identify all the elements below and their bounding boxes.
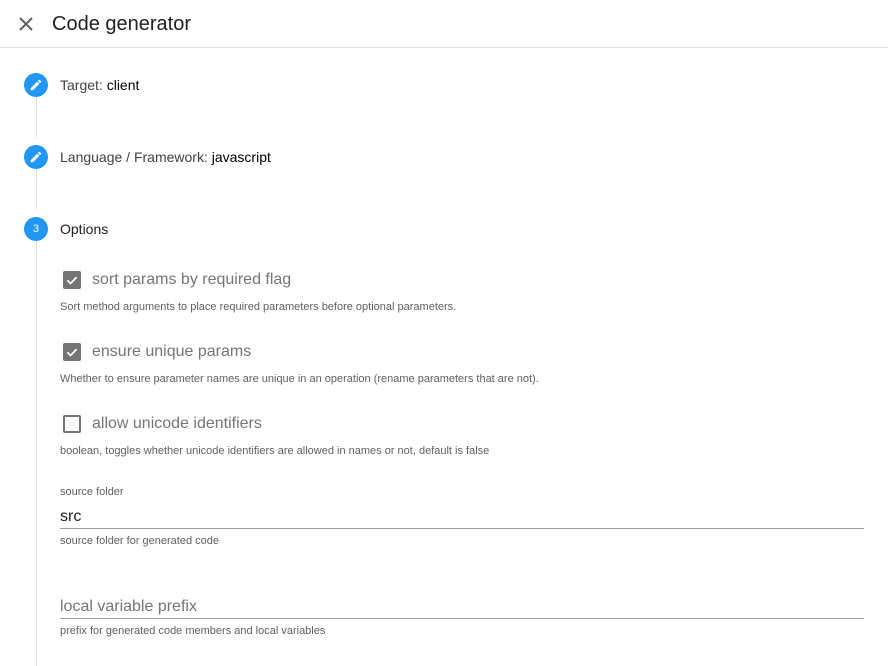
local-variable-prefix-input[interactable] xyxy=(60,595,864,619)
source-folder-input[interactable] xyxy=(60,505,864,529)
step-content-rail xyxy=(36,241,37,666)
close-icon xyxy=(19,17,33,31)
step-2-label[interactable]: Language / Framework: javascript xyxy=(60,148,271,166)
step-2-value: javascript xyxy=(211,149,271,165)
sort-params-checkbox-row[interactable]: sort params by required flag xyxy=(60,268,291,292)
checkmark-icon xyxy=(66,276,78,285)
pencil-icon xyxy=(30,151,42,163)
step-1-value: client xyxy=(106,77,140,93)
step-1-key: Target: xyxy=(60,77,107,93)
step-2-edit-button[interactable] xyxy=(24,145,48,169)
close-button[interactable] xyxy=(14,12,38,36)
step-3-label: Options xyxy=(60,221,109,237)
step-2-key: Language / Framework: xyxy=(60,149,212,165)
ensure-unique-checkbox-row[interactable]: ensure unique params xyxy=(60,340,251,364)
allow-unicode-checkbox[interactable] xyxy=(63,415,81,433)
page-title: Code generator xyxy=(52,13,191,35)
source-folder-label: source folder xyxy=(60,486,124,498)
sort-params-hint: Sort method arguments to place required … xyxy=(60,301,457,313)
ensure-unique-label: ensure unique params xyxy=(92,343,252,360)
step-connector xyxy=(36,169,37,209)
step-1-edit-button[interactable] xyxy=(24,73,48,97)
step-1-label[interactable]: Target: client xyxy=(60,76,139,94)
checkmark-icon xyxy=(66,348,78,357)
dialog-header: Code generator xyxy=(0,0,888,48)
step-connector xyxy=(36,97,37,137)
sort-params-label: sort params by required flag xyxy=(92,271,292,288)
ensure-unique-hint: Whether to ensure parameter names are un… xyxy=(60,373,539,385)
allow-unicode-checkbox-row[interactable]: allow unicode identifiers xyxy=(60,412,262,436)
pencil-icon xyxy=(30,79,42,91)
allow-unicode-hint: boolean, toggles whether unicode identif… xyxy=(60,445,490,457)
sort-params-checkbox[interactable] xyxy=(63,271,81,289)
step-3-number: 3 xyxy=(24,217,48,241)
local-variable-prefix-hint: prefix for generated code members and lo… xyxy=(60,625,326,637)
source-folder-hint: source folder for generated code xyxy=(60,535,219,547)
allow-unicode-label: allow unicode identifiers xyxy=(92,415,262,432)
ensure-unique-checkbox[interactable] xyxy=(63,343,81,361)
